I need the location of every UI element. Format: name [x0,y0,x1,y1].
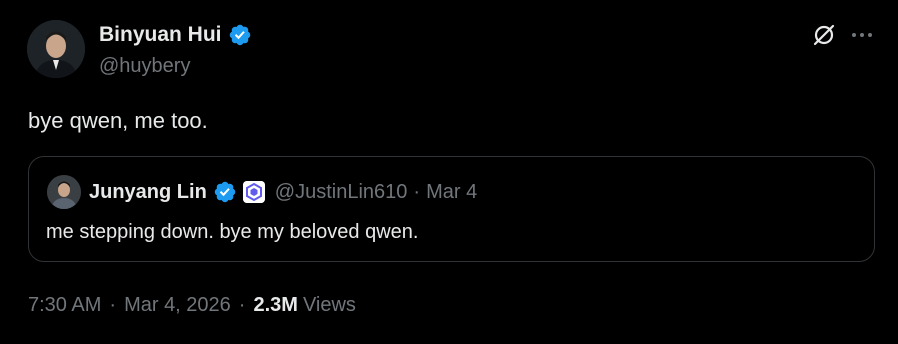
meta-separator: · [109,294,117,316]
quoted-tweet-header: Junyang Lin @JustinLin610 · Mar 4 [89,178,477,206]
quoted-tweet-date[interactable]: Mar 4 [426,181,477,204]
verified-badge-icon [229,24,250,46]
quoted-author-avatar[interactable] [47,175,81,209]
author-avatar[interactable] [27,20,85,78]
grok-icon[interactable] [811,22,837,48]
author-name-row[interactable]: Binyuan Hui [99,22,252,48]
tweet-text: bye qwen, me too. [28,108,208,133]
tweet-date[interactable]: Mar 4, 2026 [124,291,231,319]
verified-badge-icon [214,181,236,203]
more-icon[interactable] [849,22,875,48]
avatar-photo-icon [27,20,85,78]
tweet-meta: 7:30 AM · Mar 4, 2026 · 2.3M Views [28,291,356,319]
quoted-author-handle[interactable]: @JustinLin610 [275,181,408,204]
author-handle[interactable]: @huybery [99,53,190,79]
qwen-logo-icon[interactable] [242,181,265,203]
author-name[interactable]: Binyuan Hui [99,22,222,48]
quoted-tweet-card[interactable]: Junyang Lin @JustinLin610 · Mar 4 me ste… [28,156,875,262]
views-count[interactable]: 2.3M [253,291,297,319]
quoted-author-name[interactable]: Junyang Lin [89,181,207,204]
quoted-meta-separator: · [413,180,421,203]
avatar-photo-icon [47,175,81,209]
tweet-time[interactable]: 7:30 AM [28,291,101,319]
views-label[interactable]: Views [303,291,356,319]
meta-separator: · [238,294,246,316]
quoted-tweet-text: me stepping down. bye my beloved qwen. [46,221,419,243]
